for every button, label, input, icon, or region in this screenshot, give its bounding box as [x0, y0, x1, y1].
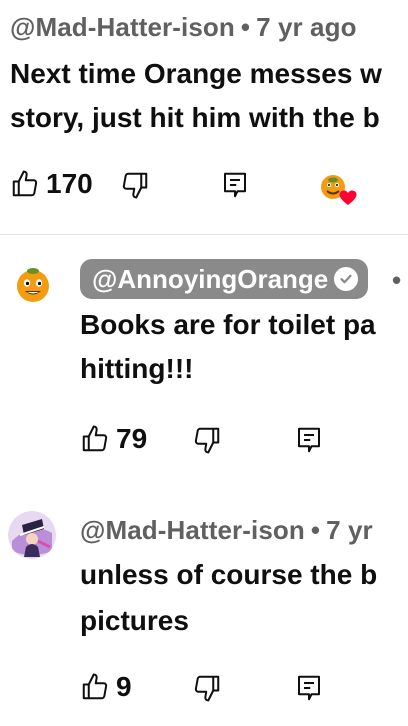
reply-text-line-1: unless of course the b — [80, 559, 378, 590]
reply-icon — [294, 425, 324, 455]
dislike-button[interactable] — [192, 425, 222, 455]
reply-age: 7 yr — [326, 515, 373, 545]
creator-handle-pill[interactable]: @AnnoyingOrange — [80, 259, 369, 299]
comment-text-line-2: story, just hit him with the b — [10, 102, 380, 133]
thumbs-up-icon — [80, 672, 110, 702]
meta-separator: • — [310, 515, 321, 545]
avatar[interactable] — [8, 511, 56, 559]
thumbs-down-icon — [120, 170, 150, 200]
thumbs-down-icon — [192, 425, 222, 455]
dislike-button[interactable] — [120, 170, 150, 200]
meta-separator: • — [240, 12, 251, 42]
comments-thread: @Mad-Hatter-ison • 7 yr ago Next time Oran… — [0, 0, 408, 726]
comment-age: 7 yr ago — [256, 12, 357, 42]
comment-text-line-1: Next time Orange messes w — [10, 58, 382, 89]
comment-author[interactable]: @Mad-Hatter-ison — [10, 12, 235, 42]
creator-heart-icon — [318, 172, 360, 208]
reply-text-line-2: hitting!!! — [80, 353, 194, 384]
like-count: 79 — [116, 423, 148, 454]
like-count: 9 — [116, 671, 132, 702]
like-button[interactable]: 79 — [80, 423, 147, 455]
dislike-button[interactable] — [192, 673, 222, 703]
reply-author[interactable]: @Mad-Hatter-ison — [80, 515, 305, 545]
reply-meta: @Mad-Hatter-ison • 7 yr — [80, 515, 373, 546]
reply-text-line-1: Books are for toilet pa — [80, 309, 376, 340]
reply-button[interactable] — [220, 170, 250, 200]
reply-icon — [294, 673, 324, 703]
replies-section: @AnnoyingOrange • Books are for toilet p… — [0, 234, 408, 726]
meta-separator: • — [392, 265, 402, 295]
reply-author: @AnnoyingOrange — [92, 263, 329, 294]
reply-text-line-2: pictures — [80, 605, 189, 636]
verified-check-icon — [334, 267, 359, 291]
reply-icon — [220, 170, 250, 200]
like-count: 170 — [46, 168, 93, 199]
thumbs-up-icon — [80, 424, 110, 454]
like-button[interactable]: 170 — [10, 168, 93, 200]
thumbs-up-icon — [10, 169, 40, 199]
thumbs-down-icon — [192, 673, 222, 703]
creator-heart — [318, 172, 360, 208]
avatar[interactable] — [14, 265, 52, 303]
like-button[interactable]: 9 — [80, 671, 132, 703]
reply-button[interactable] — [294, 673, 324, 703]
comment-meta: @Mad-Hatter-ison • 7 yr ago — [10, 12, 357, 43]
reply-button[interactable] — [294, 425, 324, 455]
parent-comment: @Mad-Hatter-ison • 7 yr ago Next time Oran… — [0, 0, 408, 234]
